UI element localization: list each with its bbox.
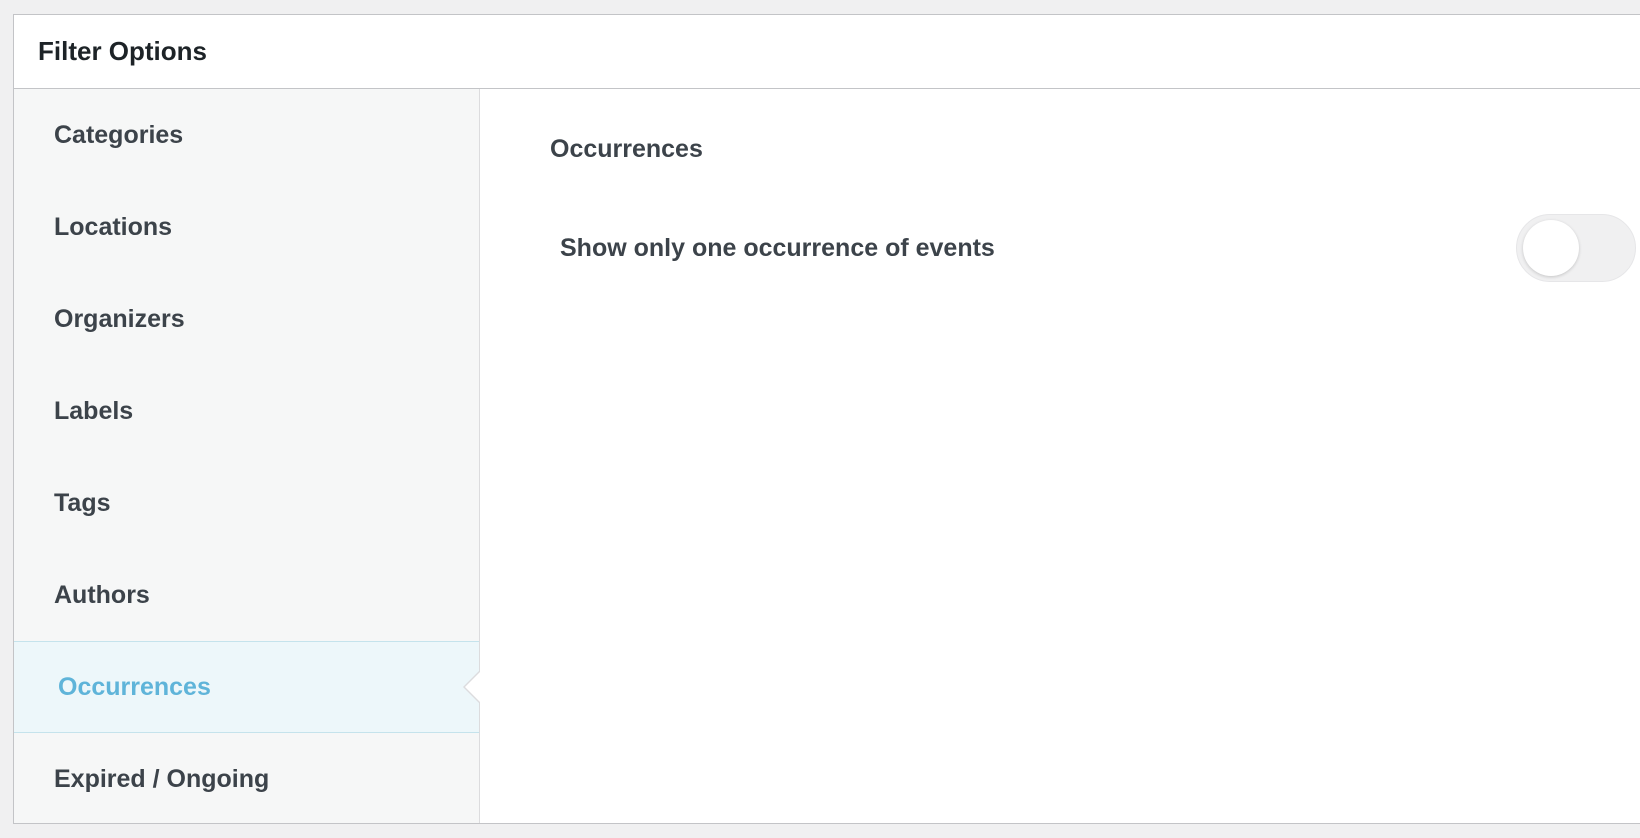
sidebar-item-authors[interactable]: Authors: [14, 549, 479, 641]
sidebar-item-expired-ongoing[interactable]: Expired / Ongoing: [14, 733, 479, 825]
filter-options-panel: Filter Options Categories Locations Orga…: [13, 14, 1640, 824]
section-title: Occurrences: [550, 135, 703, 163]
option-row-one-occurrence: Show only one occurrence of events: [560, 213, 1636, 283]
sidebar-item-occurrences[interactable]: Occurrences: [14, 641, 479, 733]
content-area: Occurrences Show only one occurrence of …: [480, 89, 1640, 823]
toggle-knob: [1523, 220, 1579, 276]
sidebar-item-categories[interactable]: Categories: [14, 89, 479, 181]
panel-header: Filter Options: [14, 15, 1640, 89]
panel-body: Categories Locations Organizers Labels T…: [14, 89, 1640, 823]
option-label: Show only one occurrence of events: [560, 233, 995, 262]
sidebar-item-labels[interactable]: Labels: [14, 365, 479, 457]
sidebar-nav: Categories Locations Organizers Labels T…: [14, 89, 480, 823]
sidebar-item-tags[interactable]: Tags: [14, 457, 479, 549]
panel-title: Filter Options: [38, 36, 207, 66]
one-occurrence-toggle[interactable]: [1516, 214, 1636, 282]
sidebar-item-locations[interactable]: Locations: [14, 181, 479, 273]
sidebar-item-organizers[interactable]: Organizers: [14, 273, 479, 365]
